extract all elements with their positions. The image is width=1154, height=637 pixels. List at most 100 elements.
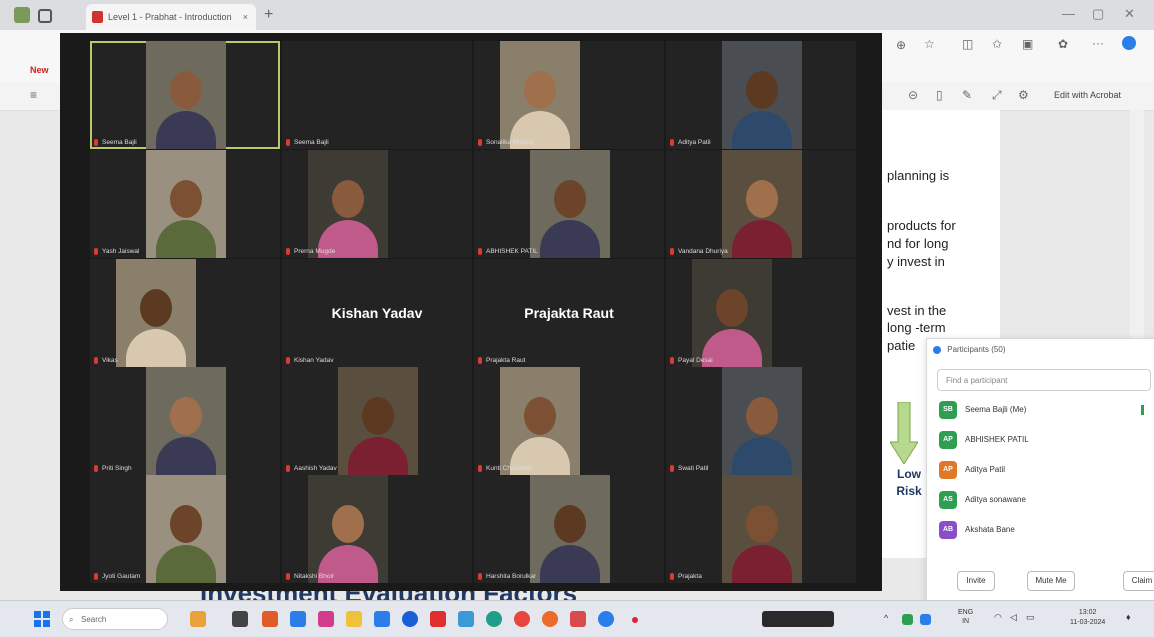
participant-name-label: Kunti Chaudhari: [478, 464, 533, 472]
mic-muted-icon: [478, 464, 482, 472]
invite-button[interactable]: Invite: [957, 571, 995, 591]
mic-muted-icon: [286, 572, 290, 580]
video-tile[interactable]: Seema Bajli: [282, 41, 472, 149]
claim-button[interactable]: Claim: [1123, 571, 1154, 591]
app-icon[interactable]: [632, 617, 638, 623]
workspaces-icon[interactable]: [38, 9, 52, 23]
video-gallery: Seema Bajli Seema Bajli Sonalika Mhatre Adi…: [60, 33, 882, 591]
extensions-icon[interactable]: ✿: [1058, 37, 1068, 51]
participant-name: Aditya sonawane: [965, 495, 1026, 504]
collections-icon[interactable]: ▣: [1022, 37, 1033, 51]
mute-me-button[interactable]: Mute Me: [1027, 571, 1075, 591]
participant-row[interactable]: AP ABHISHEK PATIL: [939, 431, 1029, 449]
app-icon[interactable]: [290, 611, 306, 627]
page-view-icon[interactable]: ▯: [936, 88, 943, 102]
video-tile[interactable]: Nitakshi Bhoir: [282, 475, 472, 583]
app-icon[interactable]: [430, 611, 446, 627]
video-tile[interactable]: Aashish Yadav: [282, 367, 472, 475]
participant-body: [156, 437, 216, 475]
wifi-icon[interactable]: ◠: [994, 612, 1002, 623]
video-tile[interactable]: Payal Desai: [666, 259, 856, 367]
participant-face: [746, 71, 778, 109]
participant-name: Aditya Patil: [965, 465, 1006, 474]
participant-video: [146, 41, 226, 149]
zoom-app-icon[interactable]: [598, 611, 614, 627]
video-tile[interactable]: Sonalika Mhatre: [474, 41, 664, 149]
file-explorer-icon[interactable]: [346, 611, 362, 627]
favorite-item[interactable]: New: [30, 65, 49, 75]
start-button[interactable]: [34, 611, 50, 627]
video-tile[interactable]: Prajakta: [666, 475, 856, 583]
video-tile[interactable]: Kishan Yadav Kishan Yadav: [282, 259, 472, 367]
edit-with-acrobat-button[interactable]: Edit with Acrobat: [1054, 90, 1121, 100]
tray-app-icon[interactable]: [902, 614, 913, 625]
participant-name-label: Prerna Mugde: [286, 247, 335, 255]
close-tab-icon[interactable]: ×: [243, 4, 248, 30]
participant-video: [500, 367, 580, 475]
edge-icon[interactable]: [486, 611, 502, 627]
favorites-icon[interactable]: ✩: [992, 37, 1002, 51]
video-tile[interactable]: Swati Patil: [666, 367, 856, 475]
app-icon[interactable]: [542, 611, 558, 627]
settings-icon[interactable]: ⚙: [1018, 88, 1029, 102]
chrome-icon[interactable]: [514, 611, 530, 627]
app-icon[interactable]: [262, 611, 278, 627]
participant-row[interactable]: AB Akshata Bane: [939, 521, 1015, 539]
new-tab-button[interactable]: +: [264, 6, 273, 24]
participant-search-input[interactable]: Find a participant: [937, 369, 1151, 391]
minimize-button[interactable]: —: [1062, 6, 1075, 21]
task-view-icon[interactable]: [232, 611, 248, 627]
widgets-icon[interactable]: [190, 611, 206, 627]
zoom-icon[interactable]: ⊕: [896, 38, 906, 52]
app-icon[interactable]: [458, 611, 474, 627]
tray-app-icon[interactable]: [920, 614, 931, 625]
copilot-icon[interactable]: [1122, 36, 1136, 50]
video-tile[interactable]: Seema Bajli: [90, 41, 280, 149]
participant-name: ABHISHEK PATIL: [486, 248, 538, 255]
mic-muted-icon: [670, 572, 674, 580]
app-icon[interactable]: [402, 611, 418, 627]
video-tile[interactable]: Priti Singh: [90, 367, 280, 475]
taskbar-search-input[interactable]: ⌕ Search: [62, 608, 168, 630]
video-tile[interactable]: Aditya Patil: [666, 41, 856, 149]
mic-muted-icon: [286, 247, 290, 255]
participant-name: Kunti Chaudhari: [486, 465, 533, 472]
video-tile[interactable]: ABHISHEK PATIL: [474, 150, 664, 258]
more-icon[interactable]: ···: [1092, 36, 1104, 50]
app-icon[interactable]: [374, 611, 390, 627]
show-hidden-icons[interactable]: ^: [884, 613, 888, 623]
participant-face: [170, 397, 202, 435]
participant-row[interactable]: SB Seema Bajli (Me): [939, 401, 1026, 419]
close-window-button[interactable]: ✕: [1124, 6, 1135, 22]
participant-name-label: Sonalika Mhatre: [478, 138, 533, 146]
tab-pdf[interactable]: Level 1 - Prabhat - Introduction ×: [86, 4, 256, 30]
profile-icon[interactable]: [14, 7, 30, 23]
split-screen-icon[interactable]: ◫: [962, 37, 973, 51]
video-tile[interactable]: Jyoti Gautam: [90, 475, 280, 583]
video-tile[interactable]: Vikas: [90, 259, 280, 367]
participant-body: [732, 220, 792, 258]
clock[interactable]: 13:02 11-03-2024: [1070, 608, 1105, 628]
video-tile[interactable]: Yash Jaiswal: [90, 150, 280, 258]
volume-icon[interactable]: ◁: [1010, 612, 1017, 623]
app-icon[interactable]: [570, 611, 586, 627]
zoom-meeting-controls[interactable]: [762, 611, 834, 627]
maximize-button[interactable]: ▢: [1092, 6, 1104, 22]
video-tile[interactable]: Harshita Borulkar: [474, 475, 664, 583]
battery-icon[interactable]: ▭: [1026, 612, 1035, 623]
menu-icon[interactable]: ≡: [30, 88, 37, 102]
favorite-star-icon[interactable]: ☆: [924, 37, 935, 51]
participant-row[interactable]: AP Aditya Patil: [939, 461, 1005, 479]
search-pdf-icon[interactable]: ⊝: [908, 88, 918, 102]
participant-row[interactable]: AS Aditya sonawane: [939, 491, 1026, 509]
language-indicator[interactable]: ENG IN: [958, 608, 973, 626]
notification-icon[interactable]: ♦: [1126, 612, 1131, 622]
draw-icon[interactable]: ✎: [962, 88, 972, 102]
video-tile[interactable]: Prajakta Raut Prajakta Raut: [474, 259, 664, 367]
video-tile[interactable]: Vandana Dhuriya: [666, 150, 856, 258]
expand-icon[interactable]: ⤢: [992, 88, 1002, 103]
avatar: SB: [939, 401, 957, 419]
video-tile[interactable]: Kunti Chaudhari: [474, 367, 664, 475]
video-tile[interactable]: Prerna Mugde: [282, 150, 472, 258]
app-icon[interactable]: [318, 611, 334, 627]
